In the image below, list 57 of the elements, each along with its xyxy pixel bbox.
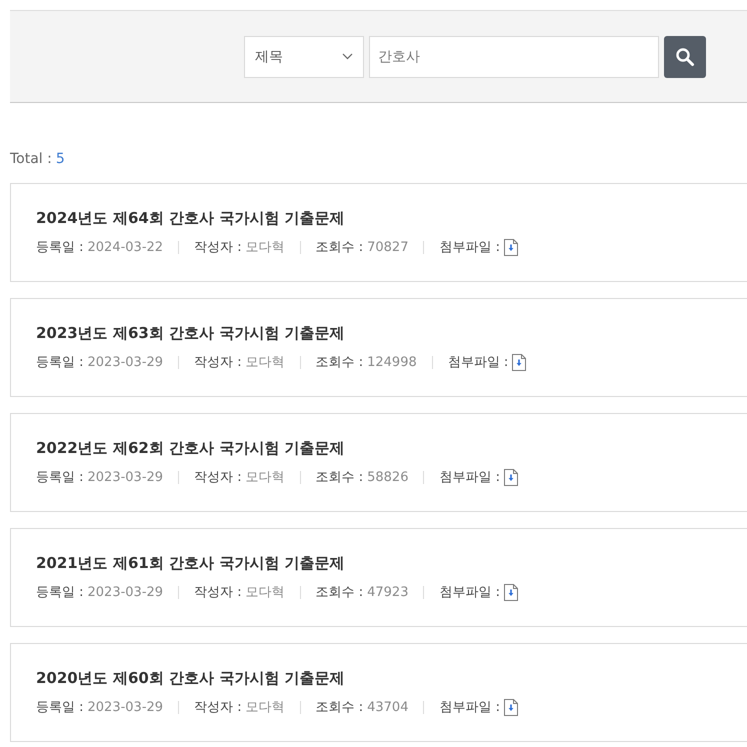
post-title[interactable]: 2020년도 제60회 간호사 국가시험 기출문제 — [36, 667, 747, 689]
post-card[interactable]: 2024년도 제64회 간호사 국가시험 기출문제 등록일 : 2024-03-22 작성자 : 모다혁 조회수 : 70827 첨부파일 : — [10, 183, 747, 282]
file-download-icon[interactable] — [504, 469, 518, 486]
meta-value: 모다혁 — [246, 354, 285, 372]
file-download-icon[interactable] — [512, 354, 526, 371]
search-button[interactable] — [664, 36, 706, 78]
meta-value: 2023-03-29 — [88, 354, 164, 372]
category-select[interactable]: 제목 — [244, 36, 364, 78]
meta-value: 2023-03-29 — [88, 468, 164, 486]
total-label: Total : — [10, 151, 52, 167]
search-field[interactable]: 간호사 — [369, 36, 659, 78]
post-title[interactable]: 2022년도 제62회 간호사 국가시험 기출문제 — [36, 437, 747, 459]
attachment-label: 첨부파일 : — [439, 238, 500, 256]
attachment-label: 첨부파일 : — [439, 468, 500, 486]
total-count: 5 — [56, 151, 65, 167]
meta-label: 조회수 : — [316, 354, 364, 372]
attachment-label: 첨부파일 : — [439, 698, 500, 716]
meta-label: 작성자 : — [194, 698, 242, 716]
meta-value: 모다혁 — [246, 584, 285, 602]
file-download-icon[interactable] — [504, 584, 518, 601]
post-title[interactable]: 2024년도 제64회 간호사 국가시험 기출문제 — [36, 207, 747, 229]
attachment-label: 첨부파일 : — [439, 584, 500, 602]
meta-label: 작성자 : — [194, 584, 242, 602]
file-download-icon[interactable] — [504, 239, 518, 256]
attachment-label: 첨부파일 : — [448, 354, 508, 372]
meta-value: 2023-03-29 — [88, 698, 164, 716]
meta-value: 2023-03-29 — [88, 584, 164, 602]
post-title[interactable]: 2021년도 제61회 간호사 국가시험 기출문제 — [36, 552, 747, 574]
file-download-icon[interactable] — [504, 699, 518, 716]
chevron-down-icon — [342, 53, 353, 60]
post-card[interactable]: 2021년도 제61회 간호사 국가시험 기출문제 등록일 : 2023-03-29 작성자 : 모다혁 조회수 : 47923 첨부파일 : — [10, 528, 747, 627]
meta-label: 조회수 : — [316, 584, 364, 602]
post-card[interactable]: 2022년도 제62회 간호사 국가시험 기출문제 등록일 : 2023-03-29 작성자 : 모다혁 조회수 : 58826 첨부파일 : — [10, 413, 747, 512]
post-card[interactable]: 2023년도 제63회 간호사 국가시험 기출문제 등록일 : 2023-03-29 작성자 : 모다혁 조회수 : 124998 첨부파일 : — [10, 298, 747, 397]
meta-value: 47923 — [367, 584, 408, 602]
meta-value: 124998 — [367, 354, 417, 372]
meta-label: 조회수 : — [316, 468, 364, 486]
post-card[interactable]: 2020년도 제60회 간호사 국가시험 기출문제 등록일 : 2023-03-29 작성자 : 모다혁 조회수 : 43704 첨부파일 : — [10, 643, 747, 742]
meta-label: 등록일 : — [36, 698, 84, 716]
meta-label: 작성자 : — [194, 238, 242, 256]
meta-label: 등록일 : — [36, 354, 84, 372]
meta-value: 모다혁 — [246, 238, 285, 256]
meta-label: 조회수 : — [316, 698, 364, 716]
meta-label: 등록일 : — [36, 238, 84, 256]
meta-value: 모다혁 — [246, 698, 285, 716]
meta-value: 모다혁 — [246, 468, 285, 486]
meta-value: 58826 — [367, 468, 408, 486]
meta-label: 작성자 : — [194, 354, 242, 372]
meta-value: 43704 — [367, 698, 408, 716]
meta-label: 등록일 : — [36, 468, 84, 486]
post-title[interactable]: 2023년도 제63회 간호사 국가시험 기출문제 — [36, 322, 747, 344]
meta-label: 조회수 : — [316, 238, 364, 256]
meta-value: 70827 — [367, 238, 408, 256]
meta-label: 작성자 : — [194, 468, 242, 486]
search-icon — [675, 46, 695, 66]
meta-label: 등록일 : — [36, 584, 84, 602]
meta-value: 2024-03-22 — [88, 238, 164, 256]
